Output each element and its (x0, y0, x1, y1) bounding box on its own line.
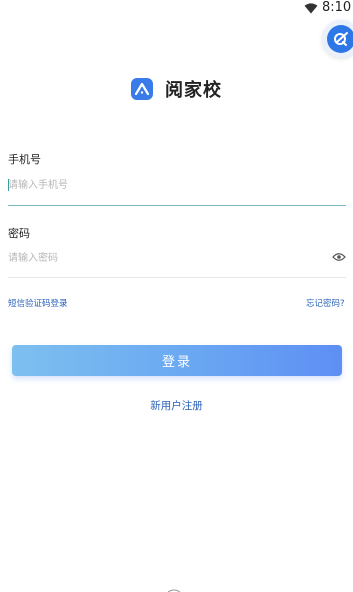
assist-icon (327, 25, 353, 53)
password-underline (8, 277, 346, 278)
status-bar: 8:10 (0, 0, 353, 18)
brand-header: 阅家校 (0, 76, 353, 102)
app-logo-icon (131, 78, 153, 100)
password-input[interactable] (8, 247, 326, 269)
text-cursor (8, 179, 9, 191)
register-link[interactable]: 新用户注册 (0, 398, 353, 413)
wifi-icon (304, 3, 318, 14)
phone-input[interactable] (8, 174, 346, 196)
phone-underline (8, 205, 346, 206)
status-time: 8:10 (322, 0, 352, 15)
phone-label: 手机号 (8, 153, 41, 166)
app-title: 阅家校 (165, 80, 222, 101)
eye-icon[interactable] (332, 252, 346, 262)
forgot-password-link[interactable]: 忘记密码? (306, 297, 345, 309)
floating-assist-button[interactable] (322, 20, 353, 58)
login-button[interactable]: 登录 (12, 345, 342, 376)
sms-login-link[interactable]: 短信验证码登录 (8, 297, 68, 309)
bottom-indicator (167, 589, 181, 592)
password-label: 密码 (8, 227, 30, 240)
